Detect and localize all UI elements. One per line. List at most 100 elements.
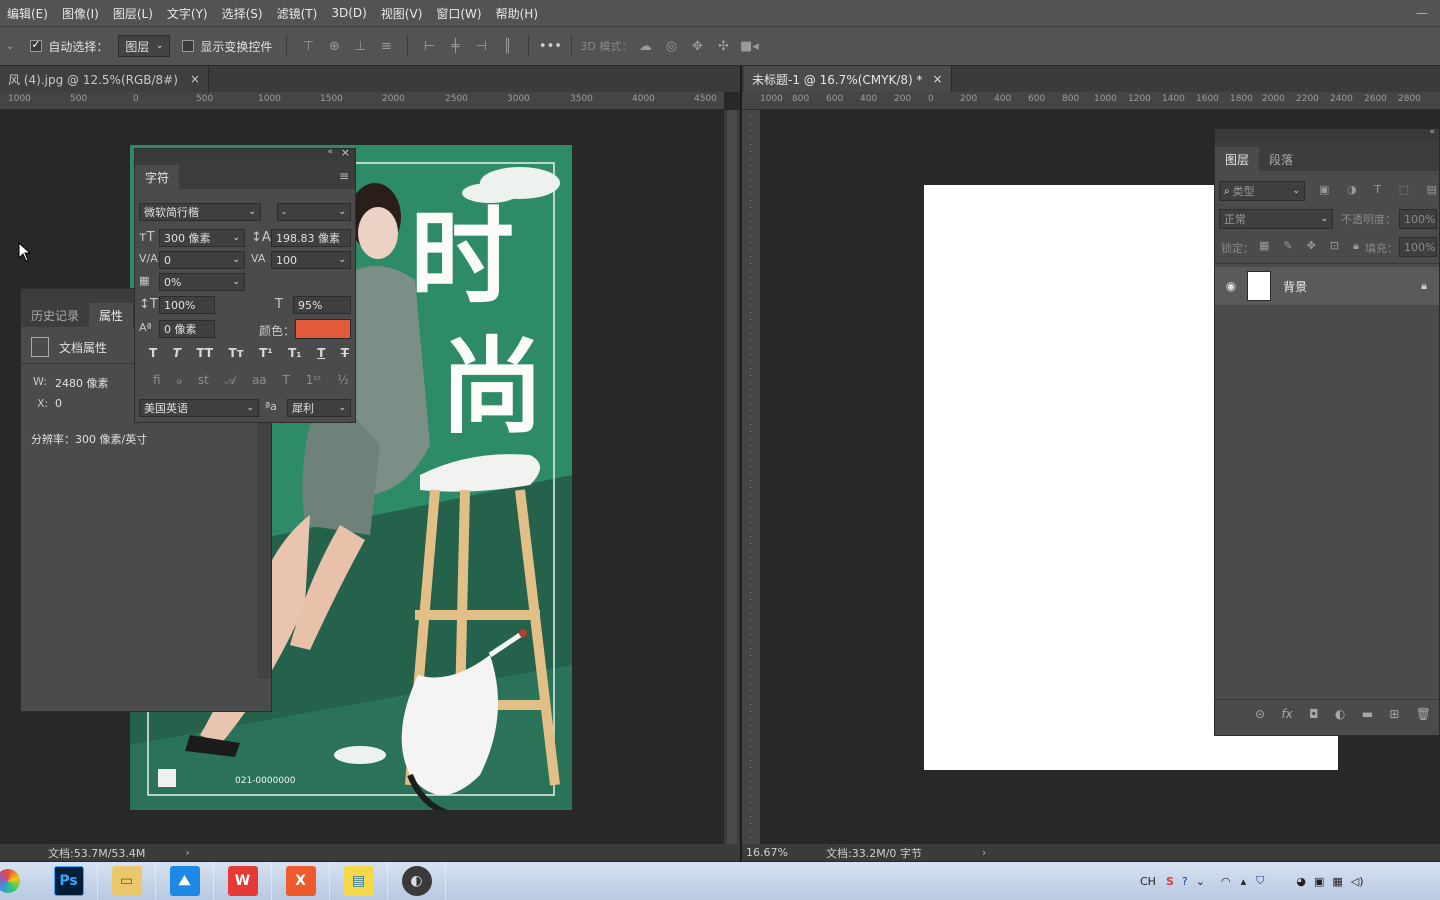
panel-menu-icon[interactable]: ≡ (339, 169, 349, 183)
volume-icon[interactable]: ◁) (1351, 875, 1364, 888)
horizontal-scale-field[interactable]: 95% (293, 296, 351, 314)
menu-3d[interactable]: 3D(D) (324, 6, 373, 20)
opacity-field[interactable]: 100% (1399, 209, 1437, 229)
distribute-icon[interactable]: ≡ (373, 39, 399, 54)
leading-field[interactable]: 198.83 像素 (271, 229, 351, 247)
layer-row[interactable]: ◉ 背景 🔒︎ (1215, 267, 1439, 305)
doc1-vertical-scrollbar[interactable] (724, 110, 740, 844)
tray-expand-icon[interactable]: ⌄ (1196, 875, 1205, 888)
smart-object-filter-icon[interactable]: ▤ (1427, 183, 1437, 196)
baseline-shift-field[interactable]: 0 像素 (159, 320, 215, 338)
type-filter-icon[interactable]: T (1374, 183, 1381, 196)
taskbar-photoshop[interactable]: Ps (40, 862, 98, 900)
3d-pan-icon[interactable]: ✥ (684, 39, 710, 54)
link-layers-icon[interactable]: ⊝ (1255, 707, 1265, 721)
device-icon[interactable]: ▣ (1314, 875, 1324, 888)
menu-layer[interactable]: 图层(L) (106, 5, 160, 22)
sogou-icon[interactable]: S (1166, 875, 1174, 888)
auto-select-checkbox[interactable] (30, 38, 43, 52)
taskbar-app-x[interactable]: X (272, 862, 330, 900)
adjustment-layer-icon[interactable]: ◐ (1335, 707, 1345, 721)
menu-help[interactable]: 帮助(H) (489, 5, 545, 22)
status-arrow-icon[interactable]: › (982, 846, 986, 859)
show-hidden-icon[interactable]: ▴ (1241, 875, 1247, 888)
doc1-tab[interactable]: 风 (4).jpg @ 12.5%(RGB/8#) × (0, 66, 209, 92)
align-right-icon[interactable]: ⊣ (468, 39, 494, 54)
width-value[interactable]: 2480 像素 (55, 375, 109, 391)
lock-paint-icon[interactable]: ✎ (1283, 239, 1292, 253)
font-family-select[interactable]: 微软简行楷 ⌄ (139, 203, 261, 221)
ligature-icon[interactable]: fi (153, 373, 161, 388)
zoom-level[interactable]: 16.67% (746, 846, 806, 859)
layer-filter-select[interactable]: ⌕ 类型 ⌄ (1219, 181, 1305, 201)
tab-layers[interactable]: 图层 (1215, 147, 1260, 171)
kerning-field[interactable]: 0 ⌄ (159, 251, 245, 269)
ordinal-icon[interactable]: 1ˢᵗ (306, 373, 322, 388)
tracking-field[interactable]: 100 ⌄ (271, 251, 351, 269)
all-caps-icon[interactable]: TT (196, 346, 213, 360)
blend-mode-select[interactable]: 正常 ⌄ (1219, 209, 1333, 229)
help-icon[interactable]: ? (1182, 875, 1188, 888)
3d-slide-icon[interactable]: ✣ (710, 39, 736, 54)
shape-filter-icon[interactable]: ⬚ (1399, 183, 1409, 196)
tab-paragraph[interactable]: 段落 (1259, 147, 1303, 171)
menu-image[interactable]: 图像(I) (55, 5, 106, 22)
taskbar-notepad[interactable]: ▤ (330, 862, 388, 900)
delete-layer-icon[interactable]: 🗑︎ (1416, 707, 1431, 721)
distribute-h-icon[interactable]: ║ (494, 39, 520, 54)
status-arrow-icon[interactable]: › (185, 846, 189, 859)
align-top-icon[interactable]: ⊤ (295, 39, 321, 54)
subscript-icon[interactable]: T₁ (288, 346, 301, 360)
x-value[interactable]: 0 (55, 397, 62, 410)
3d-roll-icon[interactable]: ◎ (658, 39, 684, 54)
start-button[interactable] (0, 862, 28, 900)
tool-preset-chevron-icon[interactable]: ⌄ (6, 41, 14, 52)
close-icon[interactable]: × (190, 72, 200, 86)
tab-character[interactable]: 字符 (135, 165, 180, 189)
3d-orbit-icon[interactable]: ☁ (632, 39, 658, 54)
collapse-icon[interactable]: « (327, 147, 333, 157)
doc2-tab[interactable]: 未标题-1 @ 16.7%(CMYK/8) * × (744, 66, 952, 92)
lock-all-icon[interactable]: 🔒︎ (1353, 239, 1359, 253)
tab-history[interactable]: 历史记录 (21, 303, 89, 327)
security-shield-icon[interactable]: ⛉ (1256, 874, 1264, 888)
font-size-field[interactable]: 300 像素 ⌄ (159, 229, 245, 247)
lock-artboard-icon[interactable]: ⊡ (1330, 239, 1339, 253)
font-style-select[interactable]: - ⌄ (277, 203, 351, 221)
language-select[interactable]: 美国英语 ⌄ (139, 399, 259, 417)
swash-icon[interactable]: 𝒜 (225, 373, 236, 388)
show-transform-checkbox[interactable] (182, 40, 195, 52)
new-group-icon[interactable]: ▬ (1362, 707, 1373, 721)
discretionary-ligature-icon[interactable]: st (198, 373, 209, 388)
strikethrough-icon[interactable]: T (341, 346, 349, 360)
new-layer-icon[interactable]: ⊞ (1389, 707, 1399, 721)
visibility-eye-icon[interactable]: ◉ (1215, 279, 1247, 293)
fill-field[interactable]: 100% (1399, 237, 1437, 257)
text-color-swatch[interactable] (295, 319, 351, 339)
small-caps-icon[interactable]: Tт (229, 346, 244, 360)
lock-position-icon[interactable]: ✥ (1307, 239, 1316, 253)
menu-select[interactable]: 选择(S) (215, 5, 270, 22)
align-bottom-icon[interactable]: ⊥ (347, 39, 373, 54)
fraction-icon[interactable]: ½ (337, 373, 349, 388)
taskbar-maps[interactable]: ⛰ (156, 862, 214, 900)
underline-icon[interactable]: T (317, 346, 325, 360)
menu-view[interactable]: 视图(V) (374, 5, 430, 22)
old-style-icon[interactable]: ℴ (176, 373, 182, 388)
adjustment-filter-icon[interactable]: ◑ (1347, 183, 1357, 196)
add-mask-icon[interactable]: ◘ (1309, 707, 1319, 721)
fx-icon[interactable]: fx (1281, 707, 1292, 721)
network-icon[interactable]: ▦ (1332, 875, 1342, 888)
taskbar-wps[interactable]: W (214, 862, 272, 900)
input-language[interactable]: CH (1140, 875, 1156, 888)
more-options-icon[interactable]: ••• (537, 39, 563, 54)
vertical-scale-field[interactable]: 100% (159, 296, 215, 314)
menu-filter[interactable]: 滤镜(T) (270, 5, 325, 22)
layer-name[interactable]: 背景 (1283, 278, 1307, 295)
3d-camera-icon[interactable]: ■◂ (736, 39, 762, 54)
menu-type[interactable]: 文字(Y) (160, 5, 215, 22)
pixel-filter-icon[interactable]: ▣ (1319, 183, 1329, 196)
lock-transparent-icon[interactable]: ▦ (1259, 239, 1269, 253)
collapse-icon[interactable]: « (1429, 127, 1435, 137)
align-hcenter-icon[interactable]: ╪ (442, 39, 468, 54)
